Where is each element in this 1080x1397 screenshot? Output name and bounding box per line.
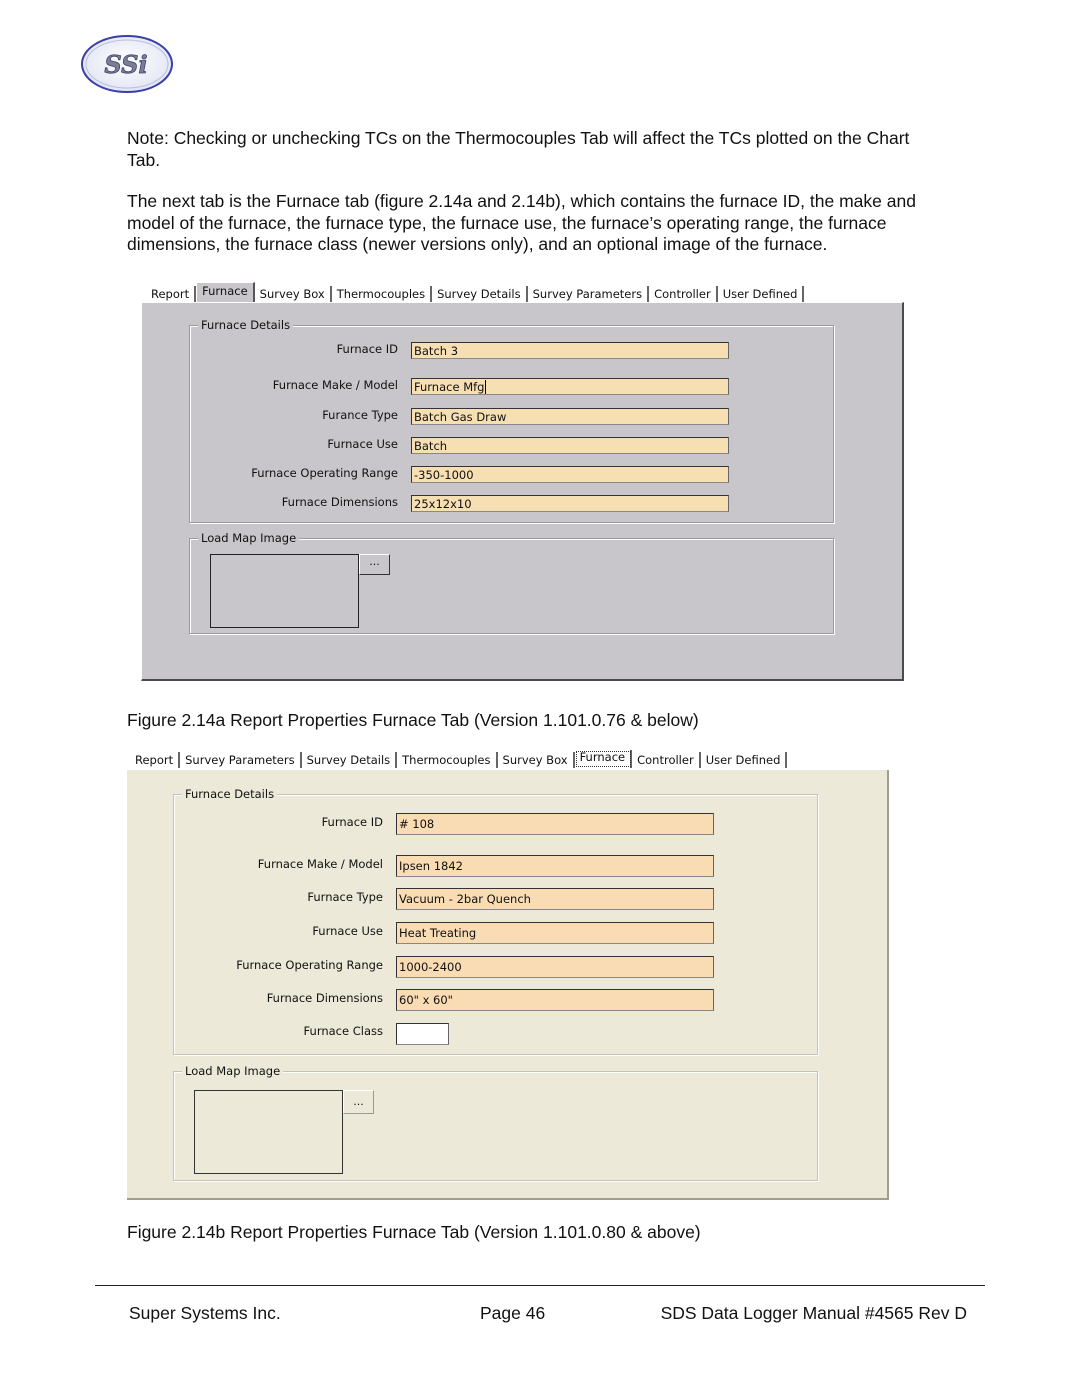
tab-user-defined[interactable]: User Defined bbox=[718, 286, 805, 302]
tab-survey-parameters[interactable]: Survey Parameters bbox=[180, 752, 302, 768]
tab-thermocouples[interactable]: Thermocouples bbox=[397, 752, 498, 768]
furnace-id-label: Furnace ID bbox=[321, 815, 383, 829]
furnace-details-group: Furnace Details Furnace ID # 108 Furnace… bbox=[173, 787, 818, 1055]
browse-image-button[interactable]: ... bbox=[359, 554, 390, 575]
furnace-make-model-input[interactable]: Ipsen 1842 bbox=[396, 855, 714, 877]
furnace-type-input[interactable]: Batch Gas Draw bbox=[411, 408, 729, 425]
furnace-dimensions-label: Furnace Dimensions bbox=[266, 991, 383, 1005]
furnace-use-label: Furnace Use bbox=[327, 437, 398, 451]
footer-company: Super Systems Inc. bbox=[129, 1303, 281, 1323]
footer-page-number: Page 46 bbox=[480, 1303, 546, 1323]
furnace-id-label: Furnace ID bbox=[336, 342, 398, 356]
furnace-class-input[interactable] bbox=[396, 1023, 449, 1045]
furnace-dimensions-input[interactable]: 25x12x10 bbox=[411, 495, 729, 512]
furnace-use-label: Furnace Use bbox=[312, 924, 383, 938]
furnace-details-legend: Furnace Details bbox=[198, 318, 294, 332]
intro-paragraph: The next tab is the Furnace tab (figure … bbox=[127, 191, 916, 254]
tab-survey-parameters[interactable]: Survey Parameters bbox=[528, 286, 650, 302]
map-image-preview bbox=[210, 554, 359, 628]
browse-image-button[interactable]: ... bbox=[343, 1090, 374, 1114]
tab-report[interactable]: Report bbox=[146, 286, 197, 302]
footer-manual-title: SDS Data Logger Manual #4565 Rev D bbox=[660, 1303, 967, 1323]
tab-report[interactable]: Report bbox=[130, 752, 181, 768]
tab-survey-details[interactable]: Survey Details bbox=[302, 752, 398, 768]
map-image-preview bbox=[194, 1090, 343, 1174]
furnace-make-model-value: Furnace Mfg bbox=[414, 380, 485, 394]
furnace-dimensions-input[interactable]: 60" x 60" bbox=[396, 989, 714, 1011]
furnace-use-input[interactable]: Batch bbox=[411, 437, 729, 454]
load-map-image-legend: Load Map Image bbox=[198, 531, 300, 545]
tab-furnace[interactable]: Furnace bbox=[196, 282, 255, 302]
furnace-class-label: Furnace Class bbox=[303, 1024, 383, 1038]
furnace-make-model-input[interactable]: Furnace Mfg bbox=[411, 378, 729, 395]
figure-a-caption: Figure 2.14a Report Properties Furnace T… bbox=[127, 710, 699, 730]
furnace-tab-panel: Furnace Details Furnace ID Batch 3 Furna… bbox=[141, 302, 904, 681]
furnace-operating-range-input[interactable]: -350-1000 bbox=[411, 466, 729, 483]
tab-thermocouples[interactable]: Thermocouples bbox=[332, 286, 433, 302]
tab-controller[interactable]: Controller bbox=[649, 286, 718, 302]
furnace-operating-range-label: Furnace Operating Range bbox=[251, 466, 398, 480]
furnace-type-input[interactable]: Vacuum - 2bar Quench bbox=[396, 888, 714, 910]
furnace-operating-range-input[interactable]: 1000-2400 bbox=[396, 956, 714, 978]
furnace-make-model-label: Furnace Make / Model bbox=[272, 378, 398, 392]
furnace-id-input[interactable]: Batch 3 bbox=[411, 342, 729, 359]
furnace-operating-range-label: Furnace Operating Range bbox=[236, 958, 383, 972]
text-cursor bbox=[485, 380, 487, 394]
tab-strip: Report Furnace Survey Box Thermocouples … bbox=[146, 282, 805, 302]
furnace-type-label: Furance Type bbox=[322, 408, 398, 422]
footer-divider bbox=[95, 1285, 985, 1286]
furnace-details-legend: Furnace Details bbox=[182, 787, 278, 801]
load-map-image-legend: Load Map Image bbox=[182, 1064, 284, 1078]
tab-survey-box[interactable]: Survey Box bbox=[255, 286, 332, 302]
furnace-tab-panel: Furnace Details Furnace ID # 108 Furnace… bbox=[127, 770, 889, 1200]
load-map-image-group: Load Map Image ... bbox=[189, 531, 834, 634]
note-paragraph: Note: Checking or unchecking TCs on the … bbox=[127, 128, 910, 170]
tab-controller[interactable]: Controller bbox=[632, 752, 701, 768]
furnace-id-input[interactable]: # 108 bbox=[396, 813, 714, 835]
logo-text: SSi bbox=[104, 50, 147, 79]
tab-user-defined[interactable]: User Defined bbox=[701, 752, 788, 768]
tab-furnace[interactable]: Furnace bbox=[575, 750, 633, 768]
tab-strip: Report Survey Parameters Survey Details … bbox=[130, 750, 788, 768]
load-map-image-group: Load Map Image ... bbox=[173, 1064, 818, 1181]
furnace-type-label: Furnace Type bbox=[307, 890, 383, 904]
furnace-dimensions-label: Furnace Dimensions bbox=[281, 495, 398, 509]
furnace-make-model-label: Furnace Make / Model bbox=[257, 857, 383, 871]
furnace-details-group: Furnace Details Furnace ID Batch 3 Furna… bbox=[189, 318, 834, 523]
ssi-logo: SSi bbox=[80, 34, 174, 94]
figure-b-caption: Figure 2.14b Report Properties Furnace T… bbox=[127, 1222, 701, 1242]
tab-survey-details[interactable]: Survey Details bbox=[432, 286, 528, 302]
furnace-use-input[interactable]: Heat Treating bbox=[396, 922, 714, 944]
tab-survey-box[interactable]: Survey Box bbox=[498, 752, 575, 768]
